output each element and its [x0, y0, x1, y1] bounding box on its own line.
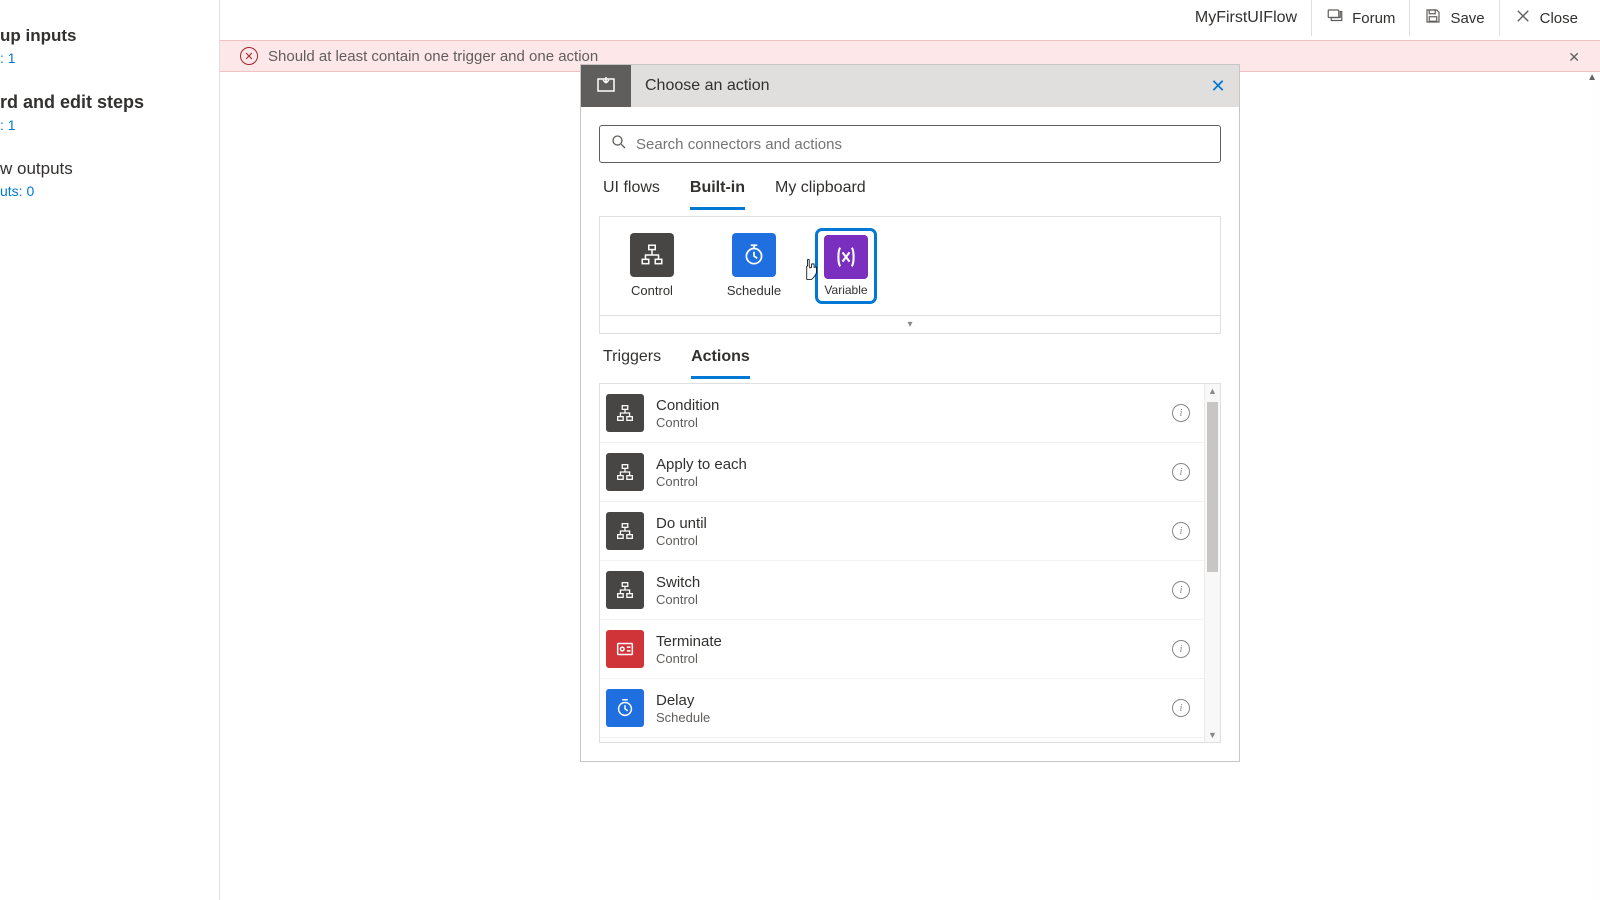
action-icon: [606, 630, 644, 668]
canvas-scrollbar[interactable]: ▲: [1584, 72, 1600, 900]
card-header: Choose an action ✕: [581, 65, 1239, 107]
action-text: ConditionControl: [656, 397, 1172, 430]
action-icon: [606, 453, 644, 491]
sidebar-item[interactable]: up inputs : 1: [0, 26, 219, 66]
info-icon[interactable]: i: [1172, 404, 1190, 422]
sidebar-sub: uts: 0: [0, 183, 219, 199]
action-icon: [606, 689, 644, 727]
action-row[interactable]: Apply to eachControli: [600, 443, 1204, 502]
sidebar-sub: : 1: [0, 117, 219, 133]
search-field-wrap[interactable]: [599, 125, 1221, 163]
info-icon[interactable]: i: [1172, 581, 1190, 599]
action-text: SwitchControl: [656, 574, 1172, 607]
actions-scroll: ConditionControliApply to eachControliDo…: [600, 384, 1204, 742]
tile-label: Schedule: [727, 283, 781, 298]
connector-tile-box: Control Schedule Variable: [599, 216, 1221, 316]
action-category: Schedule: [656, 710, 1172, 725]
chevron-down-icon: ▾: [907, 319, 912, 330]
tile-variable[interactable]: Variable: [820, 233, 872, 299]
tab-actions[interactable]: Actions: [691, 348, 750, 379]
actions-list-box: ConditionControliApply to eachControliDo…: [599, 383, 1221, 743]
info-icon[interactable]: i: [1172, 699, 1190, 717]
action-row[interactable]: SwitchControli: [600, 561, 1204, 620]
action-text: Do untilControl: [656, 515, 1172, 548]
schedule-icon: [732, 233, 776, 277]
tab-built-in[interactable]: Built-in: [690, 173, 745, 210]
action-name: Delay: [656, 692, 1172, 709]
card-title: Choose an action: [645, 77, 1197, 95]
tab-ui-flows[interactable]: UI flows: [603, 173, 660, 210]
tab-my-clipboard[interactable]: My clipboard: [775, 173, 866, 210]
tab-triggers[interactable]: Triggers: [603, 348, 661, 379]
sidebar-item[interactable]: rd and edit steps : 1: [0, 92, 219, 133]
scroll-down-icon: ▼: [1208, 730, 1217, 740]
trigger-action-tabs: Triggers Actions: [599, 334, 1221, 379]
tile-control[interactable]: Control: [616, 233, 688, 299]
search-input[interactable]: [636, 136, 1210, 153]
left-sidebar: up inputs : 1 rd and edit steps : 1 w ou…: [0, 0, 220, 900]
variable-icon: [824, 235, 868, 279]
card-header-icon: [581, 65, 631, 107]
card-body: UI flows Built-in My clipboard Control S…: [581, 107, 1239, 761]
connector-type-tabs: UI flows Built-in My clipboard: [599, 173, 1221, 210]
sidebar-title: up inputs: [0, 26, 219, 46]
sidebar-title: rd and edit steps: [0, 92, 219, 113]
action-icon: [606, 394, 644, 432]
action-category: Control: [656, 651, 1172, 666]
action-name: Condition: [656, 397, 1172, 414]
action-name: Switch: [656, 574, 1172, 591]
tile-schedule[interactable]: Schedule: [718, 233, 790, 299]
action-category: Control: [656, 533, 1172, 548]
action-picker-card: Choose an action ✕ UI flows Built-in My …: [580, 64, 1240, 762]
tile-label: Control: [631, 283, 673, 298]
action-row[interactable]: Do untilControli: [600, 502, 1204, 561]
action-row[interactable]: DelaySchedulei: [600, 679, 1204, 738]
info-icon[interactable]: i: [1172, 640, 1190, 658]
action-text: TerminateControl: [656, 633, 1172, 666]
action-name: Apply to each: [656, 456, 1172, 473]
action-text: Apply to eachControl: [656, 456, 1172, 489]
action-category: Control: [656, 592, 1172, 607]
action-row[interactable]: TerminateControli: [600, 620, 1204, 679]
scroll-up-icon: ▲: [1587, 72, 1597, 83]
action-category: Control: [656, 415, 1172, 430]
action-row[interactable]: ConditionControli: [600, 384, 1204, 443]
main-area: ✕ Should at least contain one trigger an…: [220, 0, 1600, 900]
action-text: DelaySchedule: [656, 692, 1172, 725]
banner-close-button[interactable]: ✕: [1568, 49, 1580, 66]
search-icon: [610, 133, 636, 156]
card-close-button[interactable]: ✕: [1197, 76, 1239, 97]
collapse-toggle[interactable]: ▾: [599, 316, 1221, 334]
tile-label: Variable: [824, 283, 867, 297]
info-icon[interactable]: i: [1172, 463, 1190, 481]
action-name: Do until: [656, 515, 1172, 532]
info-icon[interactable]: i: [1172, 522, 1190, 540]
scroll-up-icon: ▲: [1208, 386, 1217, 396]
sidebar-sub: : 1: [0, 50, 219, 66]
action-icon: [606, 512, 644, 550]
sidebar-item[interactable]: w outputs uts: 0: [0, 159, 219, 199]
sidebar-title: w outputs: [0, 159, 219, 179]
scroll-thumb[interactable]: [1207, 402, 1218, 572]
action-category: Control: [656, 474, 1172, 489]
list-scrollbar[interactable]: ▲ ▼: [1204, 384, 1220, 742]
error-icon: ✕: [240, 47, 258, 65]
action-icon: [606, 571, 644, 609]
action-name: Terminate: [656, 633, 1172, 650]
error-text: Should at least contain one trigger and …: [268, 48, 598, 65]
control-icon: [630, 233, 674, 277]
